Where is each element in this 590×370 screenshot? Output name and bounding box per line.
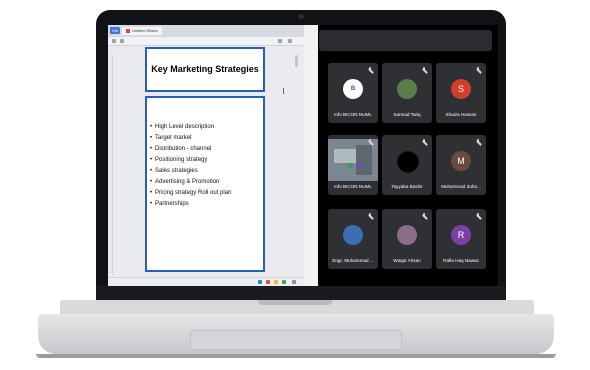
trackpad [190, 330, 402, 350]
participant-name: Waqar Ahsan [393, 258, 421, 263]
webcam [298, 14, 304, 19]
mic-muted-icon [368, 213, 374, 219]
taskbar-icon[interactable] [258, 280, 262, 284]
avatar [343, 225, 363, 245]
text-cursor-icon [283, 88, 284, 94]
toolbar-icon[interactable] [112, 39, 116, 43]
meeting-panel: B Info BICON NUML Sarmad Tariq S Shaiza … [318, 25, 498, 287]
mic-muted-icon [368, 67, 374, 73]
avatar: M [451, 151, 471, 171]
participant-name: Sarmad Tariq [393, 112, 421, 117]
mic-muted-icon [476, 139, 482, 145]
document-tab[interactable]: Untitled Slides [122, 27, 162, 35]
video-feed-region [356, 145, 372, 175]
mic-muted-icon [422, 67, 428, 73]
slide-body: High Level description Target market Dis… [145, 96, 265, 272]
taskbar-icon[interactable] [266, 280, 270, 284]
bullet-item: Advertising & Promotion [150, 179, 219, 185]
mic-muted-icon [368, 139, 374, 145]
participant-tile[interactable]: R Rafia Haq Nawaz [436, 209, 486, 269]
bullet-item: High Level description [150, 124, 214, 130]
mic-muted-icon [476, 213, 482, 219]
bullet-item: Pricing strategy Roll out plan [150, 190, 231, 196]
toolbar-icon[interactable] [278, 39, 282, 43]
toolbar-icon[interactable] [120, 39, 124, 43]
participant-name: Info BICON NUML [334, 184, 372, 189]
participant-tile[interactable]: Sarmad Tariq [382, 63, 432, 123]
participant-tile[interactable]: S Shaiza Hassan [436, 63, 486, 123]
mic-muted-icon [422, 213, 428, 219]
avatar [397, 225, 417, 245]
mic-muted-icon [476, 67, 482, 73]
avatar: S [451, 79, 471, 99]
taskbar-icon[interactable] [274, 280, 278, 284]
toolbar-icon[interactable] [288, 39, 292, 43]
participant-name: Shaiza Hassan [445, 112, 477, 117]
bullet-item: Partnerships [150, 201, 189, 207]
video-feed [328, 139, 378, 181]
slides-icon [126, 29, 130, 33]
taskbar-icon[interactable] [292, 280, 296, 284]
slide-title: Key Marketing Strategies [151, 64, 259, 74]
participant-tile[interactable]: Tayyaba Bashir [382, 135, 432, 195]
laptop: Hm Untitled Slides Key Marketing Strateg… [0, 0, 590, 370]
slide-viewer: Hm Untitled Slides Key Marketing Strateg… [108, 25, 304, 287]
participant-tile[interactable]: M Muhammad Zuho... [436, 135, 486, 195]
video-feed-region [334, 149, 356, 163]
participant-name: Muhammad Zuho... [441, 184, 481, 189]
participant-name: Info BICON NUML [334, 112, 372, 117]
viewer-toolbar [108, 37, 304, 46]
app-icon [357, 163, 362, 168]
bullet-item: Target market [150, 135, 192, 141]
avatar [397, 79, 417, 99]
home-tab[interactable]: Hm [110, 27, 120, 34]
participant-name: Engr. Muhammad ... [332, 258, 374, 263]
bullet-item: Distribution - channel [150, 146, 211, 152]
laptop-foot [36, 354, 556, 358]
participant-name: Tayyaba Bashir [391, 184, 423, 189]
laptop-screen: Hm Untitled Slides Key Marketing Strateg… [108, 25, 498, 287]
document-tab-label: Untitled Slides [132, 28, 158, 33]
scrollbar[interactable] [295, 55, 298, 67]
participant-tile[interactable]: Info BICON NUML [328, 135, 378, 195]
participant-tile[interactable]: B Info BICON NUML [328, 63, 378, 123]
bullet-item: Sales strategies [150, 168, 198, 174]
bullet-item: Positioning strategy [150, 157, 207, 163]
meeting-top-bar [319, 30, 492, 51]
slide-panel-divider [112, 55, 113, 275]
mic-muted-icon [422, 139, 428, 145]
taskbar-icon[interactable] [282, 280, 286, 284]
slide-title-box: Key Marketing Strategies [145, 47, 265, 92]
avatar: R [451, 225, 471, 245]
phone-icon [348, 163, 353, 168]
participant-name: Rafia Haq Nawaz [443, 258, 479, 263]
tab-strip: Hm Untitled Slides [108, 25, 304, 37]
laptop-hinge [96, 286, 506, 300]
participant-tile[interactable]: Waqar Ahsan [382, 209, 432, 269]
avatar: B [343, 79, 363, 99]
avatar [397, 151, 419, 173]
lid-notch [258, 300, 332, 305]
participant-tile[interactable]: Engr. Muhammad ... [328, 209, 378, 269]
